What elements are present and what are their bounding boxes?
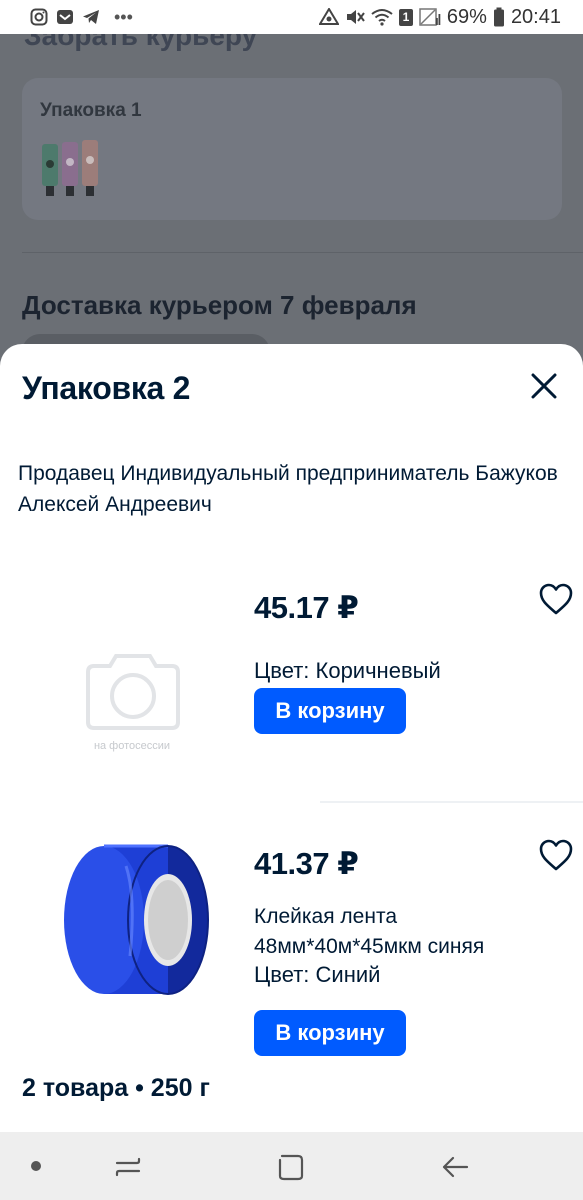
home-icon[interactable] (276, 1152, 306, 1182)
recents-icon[interactable] (113, 1152, 143, 1182)
product-photo-placeholder[interactable]: на фотосессии (70, 644, 194, 774)
mute-icon (346, 10, 365, 24)
favorite-heart-icon[interactable] (538, 582, 574, 616)
product-price: 41.37 ₽ (254, 846, 359, 881)
clock: 20:41 (510, 5, 561, 28)
close-icon[interactable] (526, 368, 562, 404)
product-color: Цвет: Синий (254, 962, 381, 987)
more-notifications: ••• (114, 6, 133, 27)
delivery-heading: Доставка курьером 7 февраля (22, 290, 417, 320)
cream-tubes-image (42, 140, 98, 196)
telegram-icon (83, 10, 99, 24)
back-icon[interactable] (440, 1152, 470, 1182)
product-color: Цвет: Коричневый (254, 658, 441, 683)
product-name[interactable]: Клейкая лента 48мм*40м*45мкм синяя (254, 902, 554, 962)
background-top-link: Забрать курьеру (24, 34, 258, 51)
system-nav-bar (0, 1132, 583, 1200)
sim-slot-icon: 1 (398, 8, 413, 26)
background-divider (22, 252, 583, 253)
photo-placeholder-caption: на фотосессии (93, 740, 171, 752)
package-2-sheet: Упаковка 2 Продавец Индивидуальный предп… (0, 344, 583, 1132)
product-card: на фотосессии 45.17 ₽ Цвет: Коричневый В… (0, 562, 583, 802)
sheet-title: Упаковка 2 (22, 370, 191, 406)
battery-percent: 69% (446, 5, 487, 28)
add-to-cart-button[interactable]: В корзину (254, 1010, 406, 1056)
mail-icon (57, 10, 73, 24)
product-divider (320, 801, 583, 803)
background-page: Забрать курьеру Упаковка 1 Доставка курь… (0, 34, 583, 364)
battery-icon (493, 7, 504, 27)
camera-icon (86, 654, 180, 730)
nav-dot-indicator[interactable] (31, 1161, 41, 1171)
package-summary: 2 товара • 250 г (22, 1074, 210, 1102)
product-price: 45.17 ₽ (254, 590, 359, 625)
instagram-icon (30, 8, 48, 26)
package-1-title: Упаковка 1 (40, 100, 142, 121)
data-saver-icon (318, 8, 339, 25)
product-card: 41.37 ₽ Клейкая лента 48мм*40м*45мкм син… (0, 818, 583, 1058)
signal-icon (419, 8, 441, 26)
seller-info: Продавец Индивидуальный предприниматель … (18, 458, 566, 520)
blue-tape-image[interactable] (56, 836, 216, 1006)
seller-label: Продавец (18, 462, 115, 485)
package-1-card[interactable]: Упаковка 1 (22, 78, 562, 220)
add-to-cart-button[interactable]: В корзину (254, 688, 406, 734)
favorite-heart-icon[interactable] (538, 838, 574, 872)
wifi-icon (371, 9, 393, 26)
status-bar: ••• 1 69% 20:41 (0, 0, 583, 34)
